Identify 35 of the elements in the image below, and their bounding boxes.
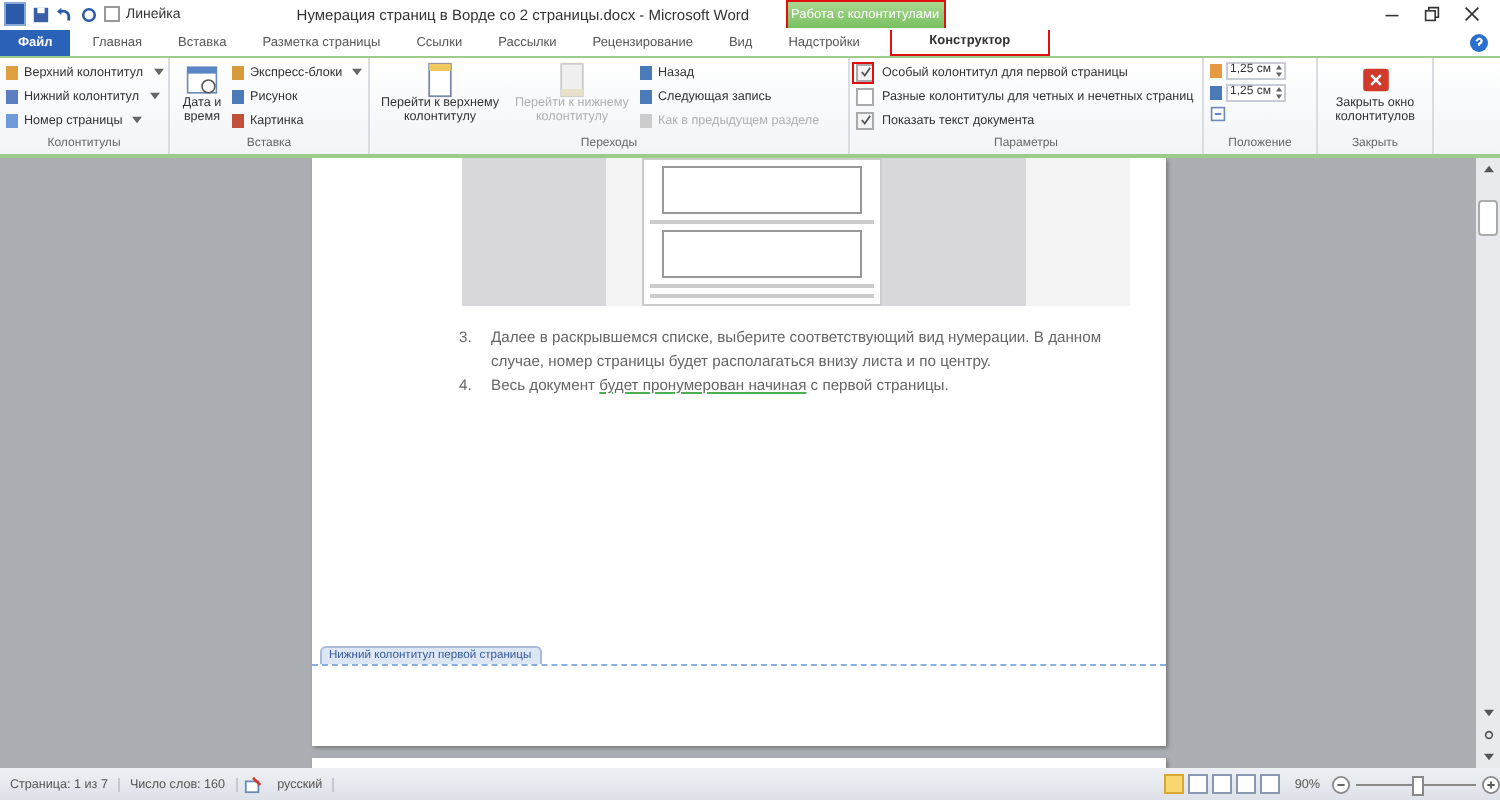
- caret-icon: [153, 68, 163, 76]
- word-logo-icon: [4, 2, 26, 26]
- undo-icon[interactable]: [56, 5, 74, 23]
- zoom-slider-thumb[interactable]: [1412, 775, 1424, 795]
- alignment-tab-icon[interactable]: [1210, 106, 1226, 122]
- scroll-thumb[interactable]: [1478, 200, 1498, 236]
- spellcheck-icon[interactable]: [243, 775, 262, 793]
- zoom-out-icon[interactable]: [1332, 775, 1350, 793]
- spinner-arrows-icon[interactable]: [1276, 64, 1283, 78]
- browse-object-icon[interactable]: [1483, 730, 1493, 740]
- spinner-arrows-icon[interactable]: [1276, 86, 1283, 100]
- zoom-in-icon[interactable]: [1482, 775, 1500, 793]
- caret-icon: [352, 68, 363, 76]
- option-checkbox[interactable]: [856, 111, 874, 129]
- close-button[interactable]: [1464, 6, 1480, 22]
- draft-view-icon[interactable]: [1260, 774, 1281, 794]
- scroll-up-icon[interactable]: [1483, 164, 1493, 174]
- help-icon[interactable]: [1470, 34, 1488, 52]
- checkmark-icon: [859, 66, 871, 78]
- caret-icon: [132, 116, 143, 124]
- scroll-down-icon[interactable]: [1483, 708, 1493, 718]
- page-icon: [424, 62, 456, 98]
- next-page-icon[interactable]: [1483, 752, 1493, 762]
- web-view-icon[interactable]: [1212, 774, 1233, 794]
- save-icon[interactable]: [32, 5, 50, 23]
- calendar-clock-icon: [186, 62, 218, 98]
- option-checkbox[interactable]: [856, 87, 874, 105]
- caret-icon: [149, 92, 159, 100]
- vertical-scrollbar[interactable]: [1476, 158, 1500, 768]
- checkmark-icon: [859, 114, 871, 126]
- outline-view-icon[interactable]: [1236, 774, 1257, 794]
- restore-button[interactable]: [1424, 6, 1440, 22]
- page-icon: [556, 62, 588, 98]
- reading-view-icon[interactable]: [1188, 774, 1209, 794]
- ruler-checkbox[interactable]: [104, 6, 120, 22]
